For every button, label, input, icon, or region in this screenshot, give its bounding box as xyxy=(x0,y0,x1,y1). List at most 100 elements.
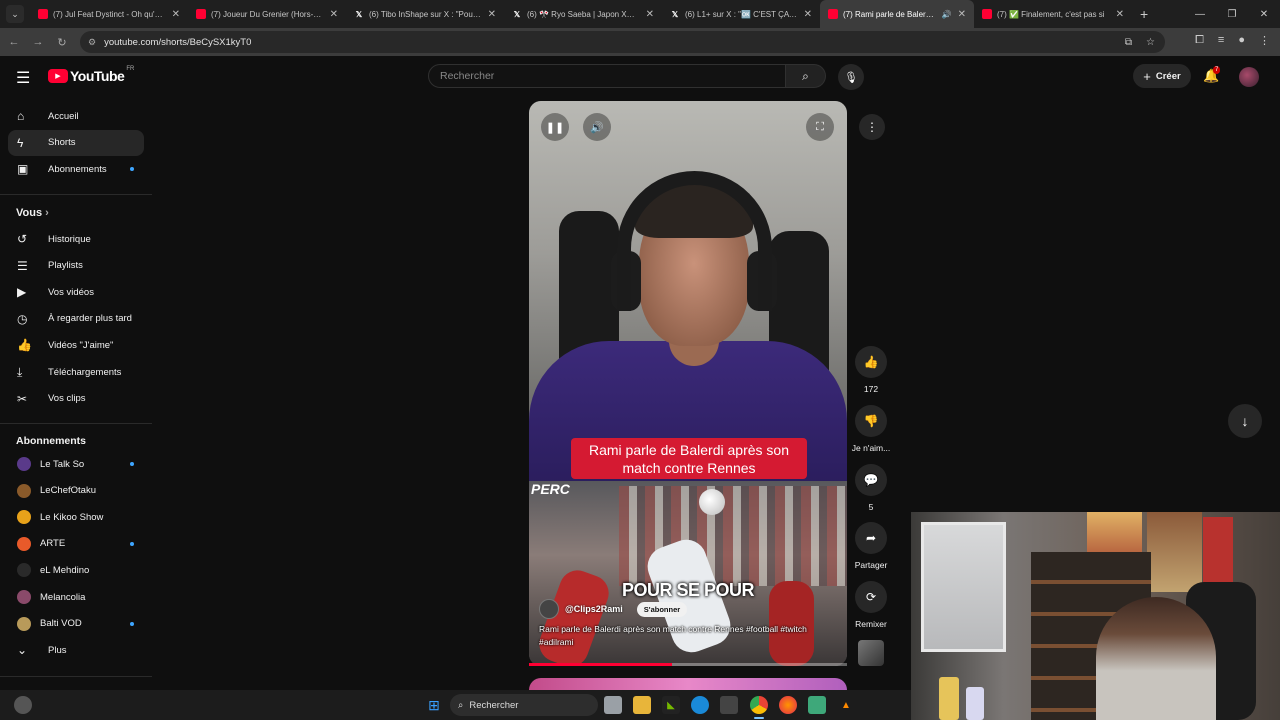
close-tab-icon[interactable]: ✕ xyxy=(172,9,180,20)
taskbar-search-icon: ⌕ xyxy=(458,699,464,711)
close-tab-icon[interactable]: ✕ xyxy=(646,9,654,20)
app-icon-green[interactable] xyxy=(808,696,826,714)
chrome-icon[interactable] xyxy=(750,696,768,714)
reload-icon[interactable]: ↻ xyxy=(50,36,74,49)
sidebar-item-label: Historique xyxy=(48,233,91,245)
windows-start-icon[interactable]: ⊞ xyxy=(425,696,443,714)
search-icon: ⌕ xyxy=(802,68,809,83)
edge-icon[interactable] xyxy=(691,696,709,714)
sidebar-item-label: Balti VOD xyxy=(40,618,82,630)
browser-tab[interactable]: 𝕏 (6) 🎌 Ryo Saeba | Japon XYZ 🎌 ✕ xyxy=(504,0,662,28)
account-avatar[interactable] xyxy=(1239,67,1259,87)
bookmark-star-icon[interactable]: ☆ xyxy=(1146,37,1155,48)
next-short-button[interactable]: ↓ xyxy=(1228,404,1262,438)
voice-search-button[interactable]: 🎙 xyxy=(838,64,864,90)
remix-icon: ⟳ xyxy=(865,590,877,604)
vlc-icon[interactable]: ▲ xyxy=(837,696,855,714)
sidebar-item-shorts[interactable]: ϟ Shorts xyxy=(8,129,144,156)
fullscreen-button[interactable]: ⛶ xyxy=(806,113,834,141)
url-field[interactable]: ⚙ youtube.com/shorts/BeCySX1kyT0 ⧉ ☆ xyxy=(80,31,1165,53)
pause-button[interactable]: ❚❚ xyxy=(541,113,569,141)
close-tab-icon[interactable]: ✕ xyxy=(1116,9,1124,20)
profile-icon[interactable]: ● xyxy=(1238,34,1245,47)
taskbar-search[interactable]: ⌕ Rechercher xyxy=(450,694,598,716)
search-input[interactable]: Rechercher xyxy=(428,64,786,88)
forward-icon[interactable]: → xyxy=(26,36,50,48)
subscribe-button[interactable]: S'abonner xyxy=(636,601,688,617)
channel-name[interactable]: @Clips2Rami xyxy=(565,604,623,614)
install-app-icon[interactable]: ⧉ xyxy=(1125,37,1132,48)
search-button[interactable]: ⌕ xyxy=(786,64,826,88)
weather-icon[interactable] xyxy=(14,696,32,714)
tab-search-button[interactable]: ⌄ xyxy=(6,5,24,23)
maximize-button[interactable]: ❐ xyxy=(1216,9,1248,20)
sidebar-item-subscriptions[interactable]: ▣ Abonnements xyxy=(8,156,144,182)
tab-title: (6) Tibo InShape sur X : "Pour s xyxy=(369,9,482,19)
shorts-icon: ϟ xyxy=(17,135,24,150)
close-tab-icon[interactable]: ✕ xyxy=(958,9,966,20)
site-info-icon[interactable]: ⚙ xyxy=(88,37,96,48)
nvidia-icon[interactable]: ◣ xyxy=(662,696,680,714)
remix-button[interactable]: ⟳ xyxy=(855,581,887,613)
share-button[interactable]: ➦ xyxy=(855,522,887,554)
hamburger-menu-icon[interactable]: ☰ xyxy=(16,68,30,88)
new-tab-button[interactable]: + xyxy=(1140,6,1148,22)
channel-avatar xyxy=(17,563,31,578)
browser-menu-icon[interactable]: ⋮ xyxy=(1259,34,1270,47)
sidebar-item-playlists[interactable]: ☰ Playlists xyxy=(8,253,144,279)
like-button[interactable]: 👍 xyxy=(855,346,887,378)
file-explorer-icon[interactable] xyxy=(633,696,651,714)
sidebar-subscription-item[interactable]: Melancolia xyxy=(8,584,144,610)
sidebar-item-label: ARTE xyxy=(40,538,66,550)
sidebar-subscription-item[interactable]: ARTE xyxy=(8,531,144,557)
back-icon[interactable]: ← xyxy=(2,36,26,48)
sidebar-item-liked[interactable]: 👍 Vidéos "J'aime" xyxy=(8,332,144,358)
comments-button[interactable]: 💬 xyxy=(855,464,887,496)
browser-tab[interactable]: (7) ✅ Finalement, c'est pas si ✕ xyxy=(974,0,1132,28)
channel-avatar[interactable] xyxy=(539,599,559,619)
task-view-icon[interactable] xyxy=(604,696,622,714)
sidebar-show-more[interactable]: ⌄ Plus xyxy=(8,637,144,663)
sidebar-subscription-item[interactable]: Balti VOD xyxy=(8,611,144,637)
browser-tab[interactable]: 𝕏 (6) Tibo InShape sur X : "Pour s ✕ xyxy=(346,0,504,28)
youtube-header: ☰ ▶ YouTube FR Rechercher ⌕ 🎙 + Créer 🔔 xyxy=(0,56,1280,96)
close-tab-icon[interactable]: ✕ xyxy=(330,9,338,20)
volume-button[interactable]: 🔊 xyxy=(583,113,611,141)
sidebar-item-download[interactable]: ⤓ Téléchargements xyxy=(8,359,144,385)
sound-thumbnail[interactable] xyxy=(858,640,884,666)
browser-tab[interactable]: 𝕏 (6) L1+ sur X : "🆗 C'EST ÇA @ ✕ xyxy=(662,0,820,28)
sidebar-subscription-item[interactable]: eL Mehdino xyxy=(8,557,144,583)
create-button[interactable]: + Créer xyxy=(1133,64,1191,88)
youtube-logo[interactable]: ▶ YouTube FR xyxy=(48,66,134,84)
video-description[interactable]: Rami parle de Balerdi après son match co… xyxy=(539,623,839,649)
video-progress-bar[interactable] xyxy=(529,663,847,666)
media-control-icon[interactable]: ≡ xyxy=(1218,34,1224,47)
dislike-button[interactable]: 👎 xyxy=(855,405,887,437)
close-tab-icon[interactable]: ✕ xyxy=(488,9,496,20)
minimize-button[interactable]: — xyxy=(1184,9,1216,20)
close-window-button[interactable]: ✕ xyxy=(1248,9,1280,20)
sidebar-item-label: Vos vidéos xyxy=(48,286,94,298)
sidebar-item-label: Vos clips xyxy=(48,393,86,405)
sidebar-item-your-videos[interactable]: ▶ Vos vidéos xyxy=(8,279,144,305)
sidebar-item-watch-later[interactable]: ◷ À regarder plus tard xyxy=(8,306,144,332)
firefox-icon[interactable] xyxy=(779,696,797,714)
sidebar-item-home[interactable]: ⌂ Accueil xyxy=(8,103,144,129)
more-options-button[interactable]: ⋮ xyxy=(859,114,885,140)
more-vert-icon: ⋮ xyxy=(866,120,878,134)
sidebar-item-clips[interactable]: ✂ Vos clips xyxy=(8,386,144,412)
browser-tab[interactable]: (7) Rami parle de Balerdi a 🔊 ✕ xyxy=(820,0,974,28)
you-section-heading[interactable]: Vous › xyxy=(16,207,49,219)
browser-tab[interactable]: (7) Jul Feat Dystinct - Oh qu'elle ✕ xyxy=(30,0,188,28)
sidebar-subscription-item[interactable]: LeChefOtaku xyxy=(8,478,144,504)
your-videos-icon: ▶ xyxy=(17,285,27,300)
extensions-icon[interactable]: ⧠ xyxy=(1195,34,1204,47)
sidebar-subscription-item[interactable]: Le Talk So xyxy=(8,451,144,477)
tab-audio-icon[interactable]: 🔊 xyxy=(942,10,952,19)
store-icon[interactable] xyxy=(720,696,738,714)
browser-tab[interactable]: (7) Joueur Du Grenier (Hors-séri ✕ xyxy=(188,0,346,28)
close-tab-icon[interactable]: ✕ xyxy=(804,9,812,20)
url-text: youtube.com/shorts/BeCySX1kyT0 xyxy=(104,36,252,48)
sidebar-subscription-item[interactable]: Le Kikoo Show xyxy=(8,504,144,530)
sidebar-item-history[interactable]: ↺ Historique xyxy=(8,226,144,252)
